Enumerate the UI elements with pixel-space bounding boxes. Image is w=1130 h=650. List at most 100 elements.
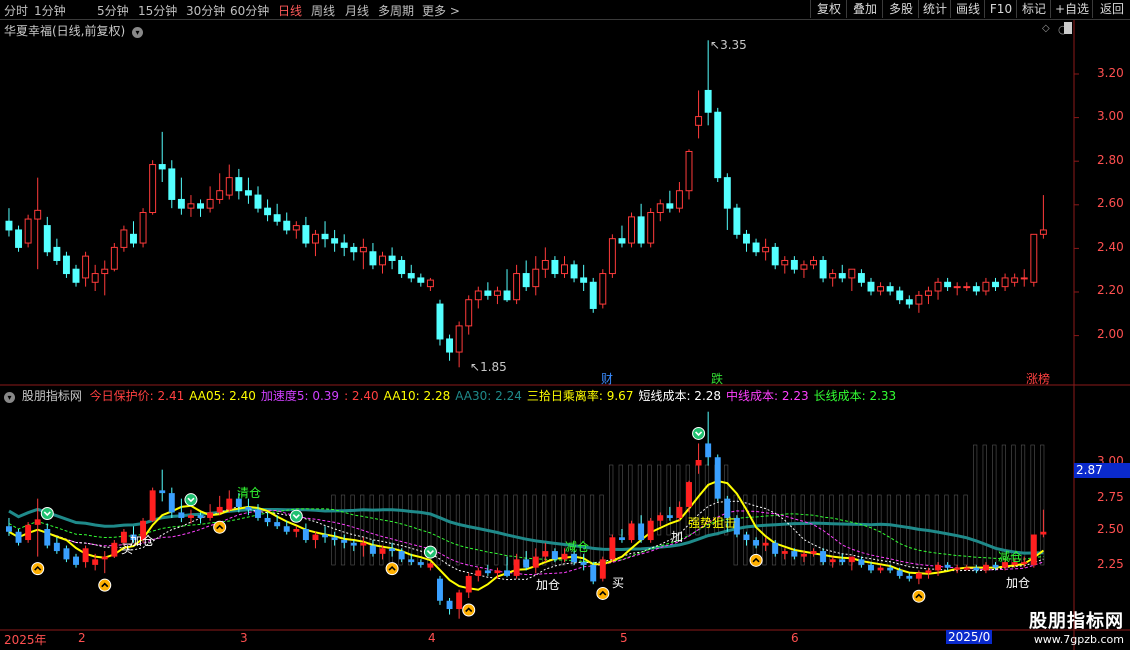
sell-signal-icon bbox=[40, 506, 54, 520]
ind-candle-body bbox=[896, 570, 903, 576]
multi-stock-button[interactable]: 多股 bbox=[882, 0, 919, 18]
overlay-button[interactable]: 叠加 bbox=[846, 0, 883, 18]
period-tab[interactable]: 5分钟 bbox=[97, 2, 129, 19]
ind-candle-body bbox=[408, 559, 415, 563]
bg-bar bbox=[953, 494, 959, 566]
signal-label: 加仓 bbox=[536, 578, 561, 592]
y-tick: 2.20 bbox=[1097, 283, 1124, 297]
ind-y-tick: 2.25 bbox=[1097, 557, 1124, 571]
candle-body bbox=[158, 164, 166, 170]
candle-body bbox=[522, 273, 530, 288]
event-drop-marker[interactable]: 跌 bbox=[711, 370, 723, 387]
ind-candle-body bbox=[264, 517, 271, 523]
ind-candle-body bbox=[15, 531, 22, 543]
buy-signal-icon bbox=[213, 520, 227, 534]
event-finance-marker[interactable]: 财 bbox=[601, 370, 613, 387]
ind-candle-body bbox=[887, 567, 894, 571]
toolbar: 分时 1分钟 5分钟 15分钟 30分钟 60分钟 日线 周线 月线 多周期 更… bbox=[0, 0, 1130, 20]
period-tab[interactable]: 30分钟 bbox=[186, 2, 225, 19]
draw-line-button[interactable]: 画线 bbox=[950, 0, 985, 18]
candle-body bbox=[666, 203, 674, 209]
bg-bar bbox=[589, 494, 595, 566]
event-rise-list-marker[interactable]: 涨榜 bbox=[1026, 370, 1050, 387]
back-button[interactable]: 返回 bbox=[1092, 0, 1130, 18]
bg-bar bbox=[762, 494, 767, 566]
ind-candle-body bbox=[743, 534, 750, 541]
candle-body bbox=[599, 273, 607, 305]
candle-body bbox=[714, 111, 722, 179]
statistics-button[interactable]: 统计 bbox=[918, 0, 951, 18]
diamond-icon[interactable]: ◇ bbox=[1042, 23, 1050, 34]
candle-body bbox=[924, 290, 932, 296]
indicator-value: 中线成本: 2.23 bbox=[726, 389, 809, 403]
candle-body bbox=[848, 268, 856, 279]
time-label: 2025年 bbox=[4, 633, 47, 647]
signal-label: 买 bbox=[612, 576, 625, 590]
ind-candle-body bbox=[92, 559, 99, 565]
ind-candle-body bbox=[245, 506, 252, 510]
bg-bar bbox=[858, 494, 863, 566]
ind-candle-body bbox=[753, 540, 760, 546]
period-tab[interactable]: 分时 bbox=[4, 2, 28, 19]
ind-candle-body bbox=[647, 520, 654, 541]
candle-body bbox=[407, 273, 415, 279]
candle-body bbox=[455, 325, 463, 353]
candle-body bbox=[1011, 277, 1019, 283]
period-tab[interactable]: 多周期 bbox=[378, 2, 414, 19]
bg-bar bbox=[963, 494, 968, 566]
more-button[interactable]: 更多 > bbox=[422, 2, 460, 19]
bg-bar bbox=[886, 494, 892, 566]
indicator-value: 长线成本: 2.33 bbox=[813, 389, 897, 403]
ind-candle-body bbox=[829, 559, 836, 563]
candle-body bbox=[905, 299, 913, 305]
site-watermark: 股朋指标网 www.7gpzb.com bbox=[1006, 607, 1124, 646]
chart-area[interactable] bbox=[0, 20, 1130, 650]
candle-body bbox=[972, 286, 980, 292]
add-favorite-button[interactable]: +自选 bbox=[1050, 0, 1093, 18]
candle-body bbox=[15, 229, 23, 248]
period-tab[interactable]: 1分钟 bbox=[34, 2, 66, 19]
ind-candle-body bbox=[446, 600, 453, 610]
ind-candle-body bbox=[504, 570, 510, 576]
candle-body bbox=[24, 218, 32, 244]
candle-body bbox=[82, 255, 90, 279]
candle-body bbox=[982, 281, 990, 292]
candle-body bbox=[292, 225, 300, 231]
buy-signal-icon bbox=[596, 586, 610, 600]
ind-candle-body bbox=[1040, 531, 1047, 535]
candle-body bbox=[273, 214, 281, 222]
ind-candle-body bbox=[207, 512, 214, 518]
settings-icon[interactable]: ▾ bbox=[4, 392, 15, 403]
period-tab[interactable]: 月线 bbox=[345, 2, 369, 19]
signal-label: 加 bbox=[671, 530, 684, 544]
indicator-value: : 2.40 bbox=[344, 389, 379, 403]
period-tab[interactable]: 60分钟 bbox=[230, 2, 269, 19]
mark-button[interactable]: 标记 bbox=[1016, 0, 1051, 18]
period-tab[interactable]: 15分钟 bbox=[138, 2, 177, 19]
candle-body bbox=[762, 246, 770, 253]
candle-body bbox=[369, 251, 377, 266]
ind-candle-body bbox=[475, 570, 482, 576]
collapse-icon[interactable] bbox=[1064, 22, 1072, 34]
buy-signal-icon bbox=[98, 578, 112, 592]
time-label: 3 bbox=[240, 631, 248, 645]
ind-candle-body bbox=[906, 575, 913, 579]
ind-candle-body bbox=[954, 567, 961, 570]
ind-candle-body bbox=[398, 551, 405, 560]
period-tab-active[interactable]: 日线 bbox=[278, 2, 302, 19]
candle-body bbox=[331, 238, 339, 244]
ind-candle-body bbox=[944, 564, 951, 568]
candle-body bbox=[800, 264, 808, 270]
period-tab[interactable]: 周线 bbox=[311, 2, 335, 19]
bg-bar bbox=[446, 494, 451, 566]
ind-candle-body bbox=[465, 575, 472, 593]
candle-body bbox=[254, 194, 262, 209]
ind-candle-body bbox=[925, 570, 932, 574]
ind-candle-body bbox=[820, 551, 827, 563]
restore-right-button[interactable]: 复权 bbox=[810, 0, 847, 18]
dropdown-icon[interactable]: ▾ bbox=[132, 27, 144, 38]
bg-bar bbox=[609, 464, 614, 536]
candle-body bbox=[225, 177, 233, 196]
indicator-value: 今日保护价: 2.41 bbox=[89, 389, 185, 403]
f10-button[interactable]: F10 bbox=[984, 0, 1017, 18]
